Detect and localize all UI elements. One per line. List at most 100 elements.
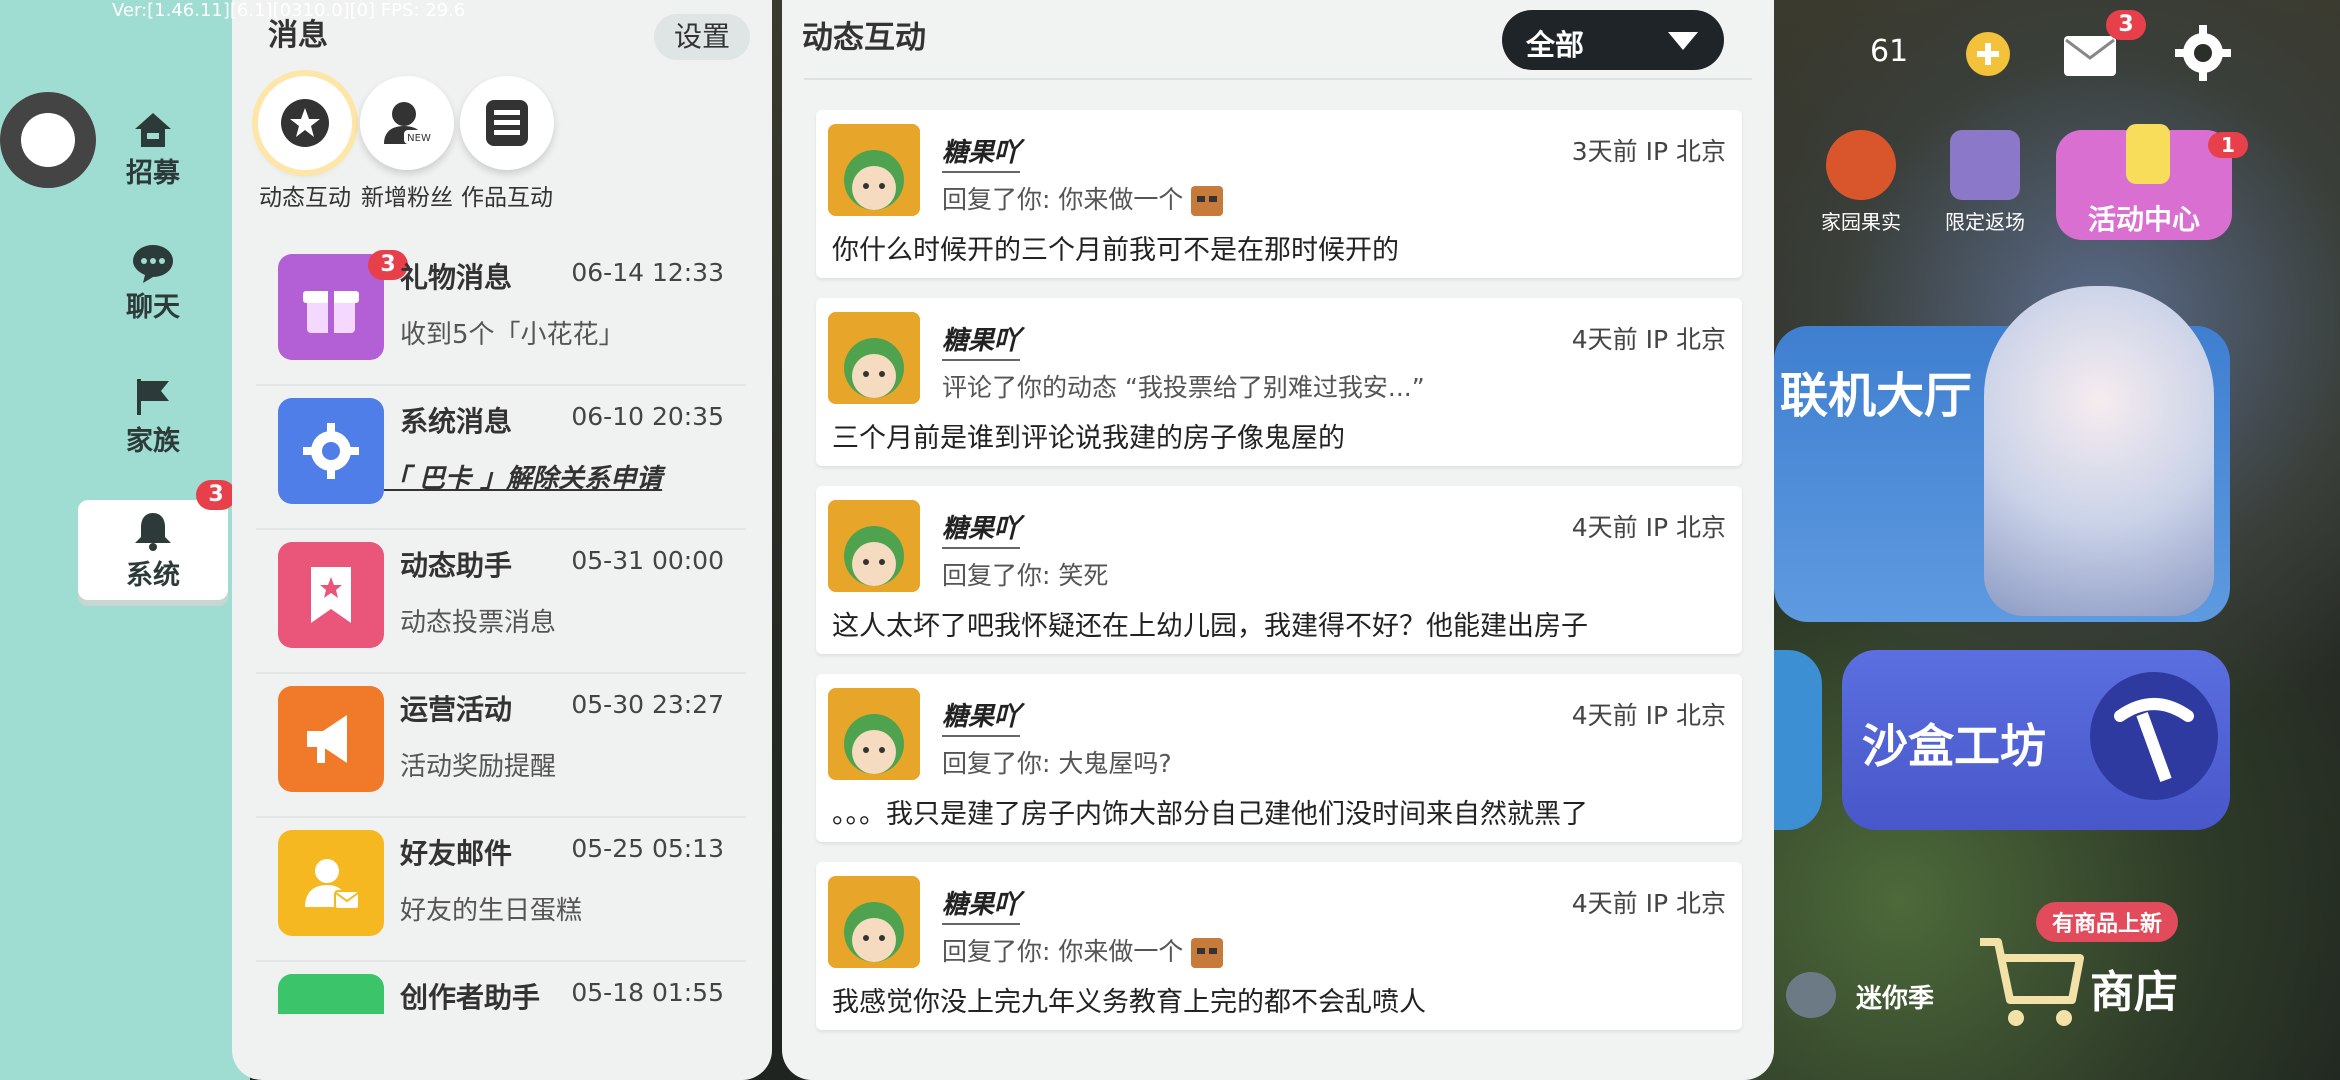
message-row-operations[interactable]: 运营活动 05-30 23:27 活动奖励提醒 bbox=[256, 676, 746, 818]
emoji-sticker-icon bbox=[1189, 936, 1225, 970]
user-avatar[interactable] bbox=[828, 876, 920, 968]
comment-content: 三个月前是谁到评论说我建的房子像鬼屋的 bbox=[832, 423, 1345, 454]
bookmark-star-icon bbox=[278, 542, 384, 648]
user-avatar[interactable] bbox=[828, 500, 920, 592]
time-location: 4天前 IP 北京 bbox=[1571, 701, 1726, 730]
filter-dropdown[interactable]: 全部 bbox=[1502, 10, 1724, 70]
plus-icon bbox=[1977, 43, 1999, 65]
action-text: 回复了你: 大鬼屋吗? bbox=[942, 749, 1172, 778]
message-row-creator-assistant[interactable]: 创作者助手 05-18 01:55 bbox=[256, 964, 746, 1014]
friend-mail-icon bbox=[278, 830, 384, 936]
interaction-card[interactable]: 糖果吖 4天前 IP 北京 评论了你的动态 “我投票给了别难过我安...” 三个… bbox=[816, 298, 1742, 466]
rail-item-system[interactable]: 系统 bbox=[78, 500, 228, 600]
time-location: 4天前 IP 北京 bbox=[1571, 889, 1726, 918]
mail-badge: 3 bbox=[2106, 10, 2146, 40]
message-time: 05-25 05:13 bbox=[571, 834, 724, 863]
message-row-friend-mail[interactable]: 好友邮件 05-25 05:13 好友的生日蛋糕 bbox=[256, 820, 746, 962]
svg-text:NEW: NEW bbox=[407, 133, 431, 144]
character-art bbox=[1984, 286, 2214, 616]
flag-icon bbox=[137, 378, 169, 415]
message-preview: 好友的生日蛋糕 bbox=[400, 896, 583, 926]
cart-icon bbox=[1980, 938, 2084, 1026]
megaphone-icon bbox=[278, 686, 384, 792]
mini-logo-icon bbox=[1786, 972, 1836, 1018]
rail-item-chat[interactable]: 聊天 bbox=[78, 232, 228, 332]
user-name[interactable]: 糖果吖 bbox=[942, 884, 1021, 925]
shop-button[interactable]: 商店 bbox=[1976, 930, 2216, 1030]
rail-item-clan[interactable]: 家族 bbox=[78, 366, 228, 466]
message-preview-link[interactable]: 「 巴卡 」解除关系申请 bbox=[384, 458, 662, 495]
event-center-button[interactable]: 活动中心 bbox=[2056, 124, 2232, 240]
mode-tile-partial[interactable] bbox=[1774, 650, 1822, 830]
message-time: 05-31 00:00 bbox=[571, 546, 724, 575]
home-fruit-button[interactable]: 家园果实 bbox=[1806, 130, 1916, 240]
sandbox-workshop-tile[interactable]: 沙盒工坊 bbox=[1842, 650, 2230, 830]
emoji-sticker-icon bbox=[1189, 184, 1225, 218]
action-text: 回复了你: 笑死 bbox=[942, 561, 1109, 590]
messages-panel: 消息 设置 动态互动 NEW 新增粉丝 作品互动 3 礼物消息 06-14 12… bbox=[232, 0, 772, 1080]
limited-return-label: 限定返场 bbox=[1945, 210, 2025, 234]
bell-icon bbox=[135, 512, 171, 551]
tab-label-new-fans: 新增粉丝 bbox=[361, 185, 453, 211]
chevron-down-icon bbox=[1668, 32, 1698, 50]
filter-value: 全部 bbox=[1526, 28, 1585, 62]
mini-season-label: 迷你季 bbox=[1856, 984, 1935, 1014]
settings-button[interactable]: 设置 bbox=[654, 14, 750, 60]
time-location: 3天前 IP 北京 bbox=[1571, 137, 1726, 166]
message-time: 05-18 01:55 bbox=[571, 978, 724, 1007]
message-preview: 收到5个「小花花」 bbox=[400, 320, 625, 350]
user-avatar[interactable] bbox=[828, 124, 920, 216]
message-name: 礼物消息 bbox=[400, 261, 513, 294]
rail-label-clan: 家族 bbox=[126, 425, 180, 457]
mini-season-button[interactable]: 迷你季 bbox=[1786, 968, 1976, 1024]
message-preview: 动态投票消息 bbox=[400, 608, 557, 638]
lobby-tile[interactable]: 联机大厅 bbox=[1774, 286, 2230, 622]
rail-label-system: 系统 bbox=[126, 559, 180, 591]
left-nav-rail: Ver:[1.46.11][6.1][0310.0][0] FPS: 29.6 … bbox=[0, 0, 465, 1080]
interaction-card[interactable]: 糖果吖 4天前 IP 北京 回复了你: 你来做一个 我感觉你没上完九年义务教育上… bbox=[816, 862, 1742, 1030]
comment-content: 。。。我只是建了房子内饰大部分自己建他们没时间来自然就黑了 bbox=[832, 799, 1588, 830]
message-row-system[interactable]: 系统消息 06-10 20:35 「 巴卡 」解除关系申请 bbox=[256, 388, 746, 530]
tab-label-dynamic: 动态互动 bbox=[259, 185, 351, 211]
action-label: 回复了你: 你来做一个 bbox=[942, 185, 1184, 214]
limited-return-button[interactable]: 限定返场 bbox=[1930, 130, 2040, 240]
fruit-icon bbox=[1826, 130, 1896, 200]
system-badge: 3 bbox=[196, 480, 236, 510]
user-name[interactable]: 糖果吖 bbox=[942, 320, 1021, 361]
chest-icon bbox=[1950, 130, 2020, 200]
tab-work-interaction[interactable]: 作品互动 bbox=[442, 76, 572, 212]
user-name[interactable]: 糖果吖 bbox=[942, 132, 1021, 173]
time-location: 4天前 IP 北京 bbox=[1571, 513, 1726, 542]
house-icon bbox=[135, 112, 171, 147]
rail-label-recruit: 招募 bbox=[126, 157, 180, 189]
action-label: 回复了你: 你来做一个 bbox=[942, 937, 1184, 966]
event-center-label: 活动中心 bbox=[2087, 203, 2200, 236]
user-name[interactable]: 糖果吖 bbox=[942, 696, 1021, 737]
settings-gear-button[interactable] bbox=[2172, 22, 2234, 84]
creator-icon bbox=[278, 974, 384, 1014]
sandbox-label: 沙盒工坊 bbox=[1862, 719, 2046, 773]
list-icon bbox=[486, 100, 528, 146]
interaction-card[interactable]: 糖果吖 4天前 IP 北京 回复了你: 笑死 这人太坏了吧我怀疑还在上幼儿园，我… bbox=[816, 486, 1742, 654]
shop-label: 商店 bbox=[2090, 967, 2178, 1018]
message-name: 创作者助手 bbox=[400, 981, 541, 1014]
interactions-title: 动态互动 bbox=[802, 20, 926, 56]
message-row-dynamic-assistant[interactable]: 动态助手 05-31 00:00 动态投票消息 bbox=[256, 532, 746, 674]
user-avatar[interactable] bbox=[828, 312, 920, 404]
rail-label-chat: 聊天 bbox=[126, 291, 180, 323]
message-time: 05-30 23:27 bbox=[571, 690, 724, 719]
rail-item-recruit[interactable]: 招募 bbox=[78, 98, 228, 198]
currency-count: 61 bbox=[1870, 34, 1909, 69]
user-avatar[interactable] bbox=[828, 688, 920, 780]
home-fruit-label: 家园果实 bbox=[1821, 210, 1901, 234]
interaction-card[interactable]: 糖果吖 4天前 IP 北京 回复了你: 大鬼屋吗? 。。。我只是建了房子内饰大部… bbox=[816, 674, 1742, 842]
message-row-gift[interactable]: 3 礼物消息 06-14 12:33 收到5个「小花花」 bbox=[256, 244, 746, 386]
message-name: 系统消息 bbox=[400, 405, 513, 438]
time-location: 4天前 IP 北京 bbox=[1571, 325, 1726, 354]
message-time: 06-10 20:35 bbox=[571, 402, 724, 431]
trophy-icon bbox=[2126, 124, 2170, 184]
comment-content: 你什么时候开的三个月前我可不是在那时候开的 bbox=[832, 235, 1399, 266]
add-currency-button[interactable] bbox=[1966, 32, 2010, 76]
user-name[interactable]: 糖果吖 bbox=[942, 508, 1021, 549]
interaction-card[interactable]: 糖果吖 3天前 IP 北京 回复了你: 你来做一个 你什么时候开的三个月前我可不… bbox=[816, 110, 1742, 278]
